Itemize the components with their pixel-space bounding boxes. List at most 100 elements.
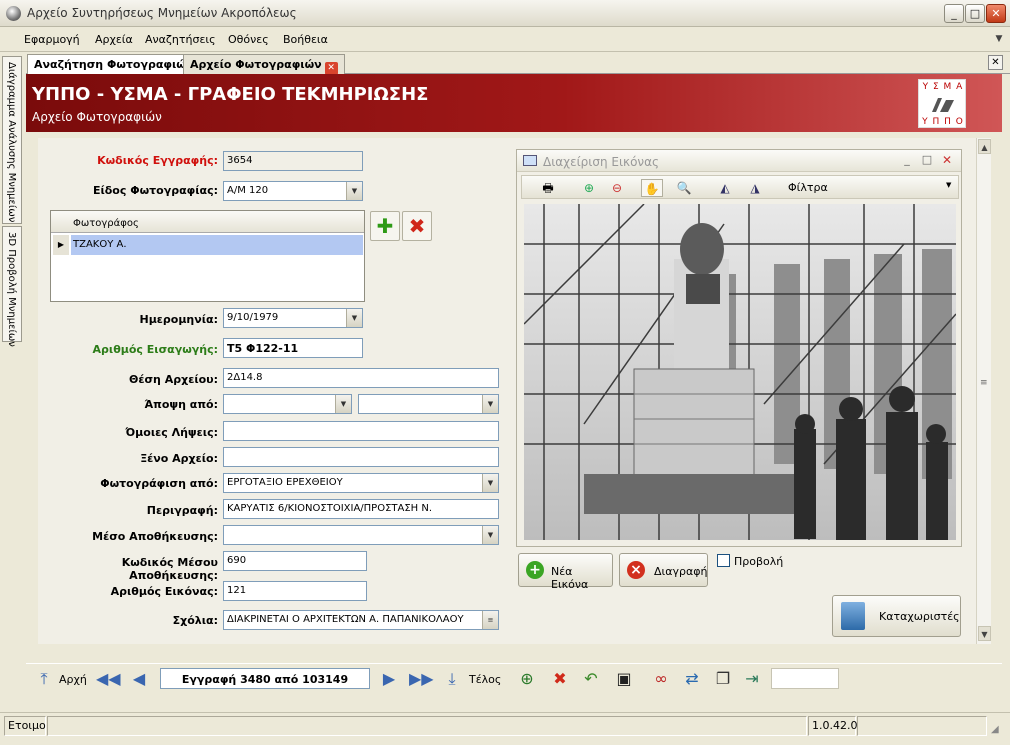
last-record-label[interactable]: Τέλος xyxy=(469,673,501,686)
photographed-by-label: Φωτογράφιση από: xyxy=(100,477,218,490)
quick-search-field[interactable] xyxy=(771,668,839,689)
side-tab-3d[interactable]: 3D Προβολή Μνημείων xyxy=(2,226,22,347)
photographer-grid[interactable]: Φωτογράφος ▶ ΤΖΑΚΟΥ Α. xyxy=(50,210,365,302)
next-page-icon[interactable]: ▶▶ xyxy=(409,669,434,689)
photo-type-label: Είδος Φωτογραφίας: xyxy=(92,184,218,197)
view-from-combo-1[interactable]: ▼ xyxy=(223,394,352,414)
photo-viewer[interactable] xyxy=(524,204,956,540)
comments-label: Σχόλια: xyxy=(172,614,218,627)
table-cell[interactable]: ΤΖΑΚΟΥ Α. xyxy=(73,239,127,250)
storage-medium-combo[interactable]: ▼ xyxy=(223,525,499,545)
view-from-combo-2[interactable]: ▼ xyxy=(358,394,499,414)
new-image-button[interactable]: + Νέα Εικόνα xyxy=(518,553,613,591)
delete-image-button[interactable]: × Διαγραφή xyxy=(619,553,708,587)
binoculars-icon[interactable]: ∞ xyxy=(650,669,672,689)
record-code-field[interactable]: 3654 xyxy=(223,151,363,171)
chevron-down-icon[interactable]: ▼ xyxy=(482,526,498,544)
previous-record-icon[interactable]: ◀ xyxy=(128,669,150,689)
resize-grip-icon[interactable]: ◢ xyxy=(991,724,999,735)
catalogers-icon xyxy=(841,602,865,630)
archive-position-field[interactable]: 2Δ14.8 xyxy=(223,368,499,388)
app-icon[interactable] xyxy=(6,6,21,21)
image-window-icon xyxy=(523,155,537,166)
comments-field[interactable]: ΔΙΑΚΡΙΝΕΤΑΙ Ο ΑΡΧΙΤΕΚΤΩΝ Α. ΠΑΠΑΝΙΚΟΛΑΟΥ… xyxy=(223,610,499,630)
image-window-maximize-icon[interactable]: □ xyxy=(919,153,935,169)
status-pane-extra xyxy=(857,716,987,736)
minimize-button[interactable]: _ xyxy=(944,4,964,23)
photo-type-combo[interactable]: Α/Μ 120 ▼ xyxy=(223,181,363,201)
catalogers-button[interactable]: Καταχωριστές xyxy=(832,595,961,637)
first-record-label[interactable]: Αρχή xyxy=(59,673,87,686)
refresh-icon[interactable]: ⇄ xyxy=(681,669,703,689)
zoom-in-icon[interactable]: ⊕ xyxy=(578,179,600,197)
image-number-field[interactable]: 121 xyxy=(223,581,367,601)
view-from-label: Άποψη από: xyxy=(144,398,218,411)
menu-overflow-icon[interactable]: ▼ xyxy=(993,30,1005,48)
pan-hand-icon[interactable]: ✋ xyxy=(641,179,663,197)
next-record-icon[interactable]: ▶ xyxy=(378,669,400,689)
storage-medium-code-field[interactable]: 690 xyxy=(223,551,367,571)
photographed-by-combo[interactable]: ΕΡΓΟΤΑΞΙΟ ΕΡΕΧΘΕΙΟΥ ▼ xyxy=(223,473,499,493)
menu-help[interactable]: Βοήθεια xyxy=(283,33,328,46)
chevron-down-icon[interactable]: ▼ xyxy=(482,474,498,492)
copy-icon[interactable]: ❐ xyxy=(712,669,734,689)
foreign-archive-label: Ξένο Αρχείο: xyxy=(140,452,218,465)
flip-horizontal-icon[interactable]: ◭ xyxy=(714,179,736,197)
zoom-out-icon[interactable]: ⊖ xyxy=(606,179,628,197)
vertical-scrollbar[interactable]: ▲ ≡ ▼ xyxy=(976,138,991,644)
entry-number-field[interactable]: Τ5 Φ122-11 xyxy=(223,338,363,358)
image-number-label: Αριθμός Εικόνας: xyxy=(110,585,218,598)
close-button[interactable]: ✕ xyxy=(986,4,1006,23)
undo-icon[interactable]: ↶ xyxy=(580,669,602,689)
description-field[interactable]: ΚΑΡΥΑΤΙΣ 6/ΚΙΟΝΟΣΤΟΙΧΙΑ/ΠΡΟΣΤΑΣΗ Ν. xyxy=(223,499,499,519)
foreign-archive-field[interactable] xyxy=(223,447,499,467)
document-close-icon[interactable]: ✕ xyxy=(988,55,1003,70)
last-record-icon[interactable]: ⤓ xyxy=(441,669,463,689)
logo-text-bottom: Υ Π Π Ο xyxy=(922,117,964,127)
description-label: Περιγραφή: xyxy=(146,504,218,517)
image-window-title: Διαχείριση Εικόνας xyxy=(543,155,660,169)
tab-photo-archive[interactable]: Αρχείο Φωτογραφιών ✕ xyxy=(183,54,345,75)
scroll-up-icon[interactable]: ▲ xyxy=(978,139,991,154)
remove-photographer-button[interactable]: ✖ xyxy=(402,211,432,241)
add-photographer-button[interactable]: ✚ xyxy=(370,211,400,241)
tab-search-photos[interactable]: Αναζήτηση Φωτογραφιών xyxy=(27,54,201,74)
grid-column-photographer[interactable]: Φωτογράφος xyxy=(73,218,139,229)
menu-screens[interactable]: Οθόνες xyxy=(228,33,269,46)
expand-icon[interactable]: ≡ xyxy=(482,611,498,629)
scroll-down-icon[interactable]: ▼ xyxy=(978,626,991,641)
filters-menu[interactable]: Φίλτρα xyxy=(788,181,828,194)
storage-medium-label: Μέσο Αποθήκευσης: xyxy=(92,530,218,543)
export-icon[interactable]: ⇥ xyxy=(741,669,763,689)
date-picker[interactable]: 9/10/1979 ▼ xyxy=(223,308,363,328)
previous-page-icon[interactable]: ◀◀ xyxy=(96,669,121,689)
first-record-icon[interactable]: ⤒ xyxy=(33,669,55,689)
print-icon[interactable]: 🖶 xyxy=(537,179,559,197)
flip-vertical-icon[interactable]: ◮ xyxy=(744,179,766,197)
storage-medium-code-label: Κωδικός Μέσου Αποθήκευσης: xyxy=(121,556,218,582)
toolbar-overflow-icon[interactable]: ▼ xyxy=(946,181,951,189)
chevron-down-icon[interactable]: ▼ xyxy=(335,395,351,413)
preview-checkbox[interactable] xyxy=(717,554,730,567)
logo-text-top: Υ Σ Μ Α xyxy=(922,82,964,92)
chevron-down-icon[interactable]: ▼ xyxy=(482,395,498,413)
magnifier-icon[interactable]: 🔍 xyxy=(673,179,695,197)
maximize-button[interactable]: □ xyxy=(965,4,985,23)
add-record-icon[interactable]: ⊕ xyxy=(516,669,538,689)
menu-files[interactable]: Αρχεία xyxy=(95,33,133,46)
chevron-down-icon[interactable]: ▼ xyxy=(346,309,362,327)
menu-application[interactable]: Εφαρμογή xyxy=(24,33,80,46)
comments-value: ΔΙΑΚΡΙΝΕΤΑΙ Ο ΑΡΧΙΤΕΚΤΩΝ Α. ΠΑΠΑΝΙΚΟΛΑΟΥ xyxy=(227,614,464,625)
image-window-minimize-icon[interactable]: _ xyxy=(899,153,915,169)
image-window-close-icon[interactable]: ✕ xyxy=(939,153,955,169)
chevron-down-icon[interactable]: ▼ xyxy=(346,182,362,200)
side-tab-label: 3D Προβολή Μνημείων xyxy=(6,232,17,347)
delete-record-icon[interactable]: ✖ xyxy=(549,669,571,689)
menu-searches[interactable]: Αναζητήσεις xyxy=(145,33,216,46)
side-tab-diagram[interactable]: Διάγραμμα Ανάλυσης Μνημείων xyxy=(2,56,22,224)
scroll-grip-icon[interactable]: ≡ xyxy=(980,378,988,388)
ysma-logo: Υ Σ Μ Α Υ Π Π Ο xyxy=(918,79,966,128)
image-manager-window: Διαχείριση Εικόνας _ □ ✕ 🖶 ⊕ ⊖ ✋ 🔍 ◭ ◮ Φ… xyxy=(516,149,962,547)
similar-shots-field[interactable] xyxy=(223,421,499,441)
save-icon[interactable]: ▣ xyxy=(613,669,635,689)
